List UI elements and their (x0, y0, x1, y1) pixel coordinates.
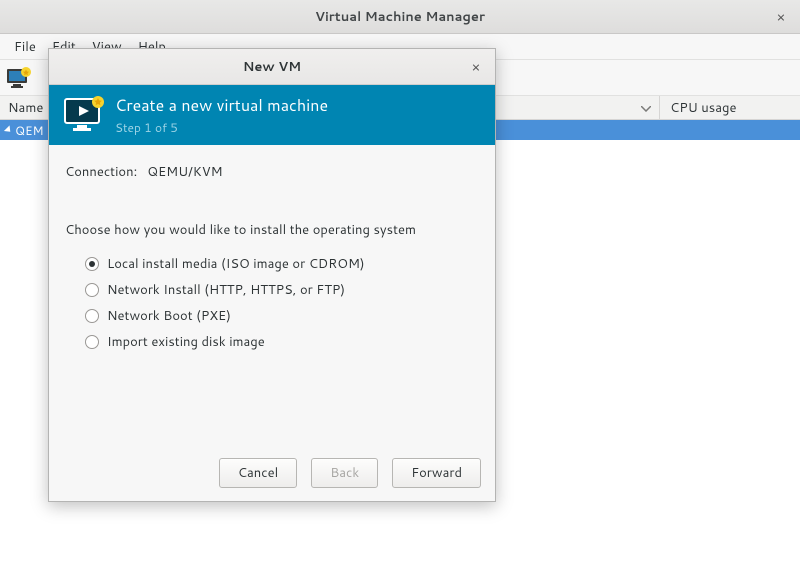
close-icon[interactable]: × (467, 58, 485, 76)
radio-network-install-label: Network Install (HTTP, HTTPS, or FTP) (107, 281, 345, 299)
radio-icon (85, 335, 99, 349)
column-name-label: Name (8, 99, 43, 117)
vm-monitor-icon (63, 96, 105, 134)
main-titlebar: Virtual Machine Manager × (0, 0, 800, 34)
connection-row-label: QEM (15, 122, 44, 139)
choose-install-method-label: Choose how you would like to install the… (65, 221, 479, 239)
radio-local-media[interactable]: Local install media (ISO image or CDROM) (65, 251, 479, 277)
back-button: Back (311, 458, 378, 488)
wizard-header: Create a new virtual machine Step 1 of 5 (49, 85, 495, 145)
radio-network-install[interactable]: Network Install (HTTP, HTTPS, or FTP) (65, 277, 479, 303)
radio-network-boot-label: Network Boot (PXE) (107, 307, 231, 325)
dialog-body: Connection: QEMU/KVM Choose how you woul… (49, 145, 495, 445)
close-icon[interactable]: × (772, 8, 790, 26)
connection-label: Connection: (65, 163, 137, 181)
dialog-titlebar: New VM × (49, 49, 495, 85)
chevron-down-icon (641, 99, 651, 117)
main-window-title: Virtual Machine Manager (315, 8, 485, 26)
column-cpu[interactable]: CPU usage (660, 96, 800, 119)
new-vm-icon[interactable] (6, 67, 32, 89)
wizard-header-text: Create a new virtual machine Step 1 of 5 (115, 94, 328, 136)
dialog-title: New VM (243, 58, 301, 76)
radio-import-disk-label: Import existing disk image (107, 333, 265, 351)
wizard-step: Step 1 of 5 (115, 119, 328, 136)
connection-row: Connection: QEMU/KVM (65, 163, 479, 181)
column-cpu-label: CPU usage (670, 99, 736, 117)
dialog-actions: Cancel Back Forward (49, 445, 495, 501)
radio-local-media-label: Local install media (ISO image or CDROM) (107, 255, 365, 273)
radio-icon (85, 283, 99, 297)
radio-icon (85, 309, 99, 323)
cancel-button[interactable]: Cancel (219, 458, 297, 488)
expand-icon[interactable] (4, 125, 13, 134)
main-window: Virtual Machine Manager × File Edit View… (0, 0, 800, 573)
radio-icon (85, 257, 99, 271)
wizard-title: Create a new virtual machine (115, 94, 328, 117)
radio-network-boot[interactable]: Network Boot (PXE) (65, 303, 479, 329)
menu-file[interactable]: File (6, 35, 44, 59)
forward-button[interactable]: Forward (392, 458, 481, 488)
radio-import-disk[interactable]: Import existing disk image (65, 329, 479, 355)
connection-value: QEMU/KVM (147, 163, 222, 181)
new-vm-dialog: New VM × Create a new virtual machine St… (48, 48, 496, 502)
